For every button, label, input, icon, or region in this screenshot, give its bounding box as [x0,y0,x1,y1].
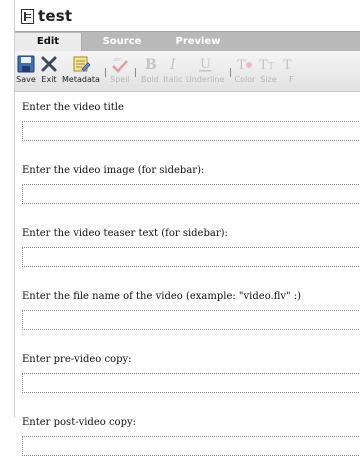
field-label-post-video: Enter post-video copy: [22,417,136,428]
italic-icon: I [169,57,176,73]
tab-edit[interactable]: Edit [15,33,82,51]
font-button[interactable]: T F [281,51,301,84]
toolbar-separator [104,68,106,77]
tab-source[interactable]: Source [82,33,162,51]
svg-text:B: B [145,57,157,73]
svg-text:U: U [200,57,211,72]
bold-button[interactable]: B Bold [140,51,160,84]
form-content: Enter the video title Enter the video im… [15,102,360,456]
exit-button[interactable]: Exit [39,51,59,84]
toolbar-separator [134,68,136,77]
save-label: Save [16,75,36,84]
italic-label: Italic [163,75,183,84]
close-icon [41,56,57,72]
title-bar: test [15,0,360,31]
tab-preview[interactable]: Preview [162,33,234,51]
font-icon: T [283,58,292,73]
bold-icon: B [145,57,157,73]
field-label-video-file: Enter the file name of the video (exampl… [22,291,302,302]
video-image-input[interactable] [22,184,360,204]
post-video-copy-input[interactable] [22,436,360,456]
svg-text:T: T [283,58,292,73]
exit-label: Exit [41,75,57,84]
metadata-button[interactable]: Metadata [62,51,100,84]
video-teaser-input[interactable] [22,247,360,267]
underline-button[interactable]: U Underline [186,51,225,84]
video-title-input[interactable] [22,121,360,141]
bold-label: Bold [141,75,159,84]
document-icon [21,8,34,24]
field-label-video-image: Enter the video image (for sidebar): [22,165,205,176]
editor-window: test Edit Source Preview Save Exit Metad… [14,0,360,456]
svg-text:T: T [268,62,274,72]
svg-text:T: T [237,58,246,73]
size-button[interactable]: T T Size [258,51,278,84]
field-label-video-teaser: Enter the video teaser text (for sidebar… [22,228,228,239]
svg-text:abc: abc [113,57,122,63]
field-label-video-title: Enter the video title [22,102,124,113]
toolbar-separator [229,68,231,77]
underline-label: Underline [185,75,225,84]
metadata-icon [73,56,91,72]
pre-video-copy-input[interactable] [22,373,360,393]
underline-icon: U [199,57,212,72]
save-button[interactable]: Save [16,51,36,84]
spell-button[interactable]: abc Spell [110,51,130,84]
font-label: F [289,75,294,84]
svg-text:T: T [259,58,268,73]
size-label: Size [260,75,277,84]
color-button[interactable]: T Color [235,51,256,84]
save-icon [17,55,35,73]
color-label: Color [234,75,256,84]
text-size-icon: T T [259,58,274,73]
metadata-label: Metadata [62,75,100,84]
field-label-pre-video: Enter pre-video copy: [22,354,132,365]
window-title: test [38,6,73,25]
spell-check-icon: abc [112,57,128,73]
tab-bar: Edit Source Preview [15,31,360,51]
italic-button[interactable]: I Italic [163,51,183,84]
svg-text:I: I [169,57,176,73]
video-file-input[interactable] [22,310,360,330]
toolbar: Save Exit Metadata abc Spell B Bold I It… [15,51,360,92]
text-color-icon: T [237,58,252,73]
spell-label: Spell [110,75,130,84]
